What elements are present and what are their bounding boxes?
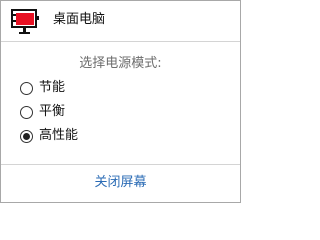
power-mode-option-label: 高性能 [39, 128, 79, 143]
power-mode-option-label: 平衡 [39, 104, 66, 119]
power-mode-prompt: 选择电源模式: [79, 56, 162, 71]
flyout-header: 桌面电脑 [1, 1, 240, 42]
radio-button-selected[interactable] [20, 129, 33, 143]
power-mode-option-energy-saving[interactable]: 节能 [20, 78, 65, 98]
desktop-power-icon [11, 9, 39, 34]
radio-button[interactable] [20, 105, 33, 119]
turn-off-screen-link[interactable]: 关闭屏幕 [1, 174, 240, 192]
flyout-footer: 关闭屏幕 [1, 164, 240, 202]
device-title: 桌面电脑 [53, 12, 106, 27]
power-mode-option-high-performance[interactable]: 高性能 [20, 126, 78, 146]
radio-button[interactable] [20, 81, 33, 95]
power-mode-option-label: 节能 [39, 80, 66, 95]
power-mode-flyout: 桌面电脑 选择电源模式: 节能 平衡 高性能 关闭屏幕 [0, 0, 241, 203]
power-mode-option-balanced[interactable]: 平衡 [20, 102, 65, 122]
